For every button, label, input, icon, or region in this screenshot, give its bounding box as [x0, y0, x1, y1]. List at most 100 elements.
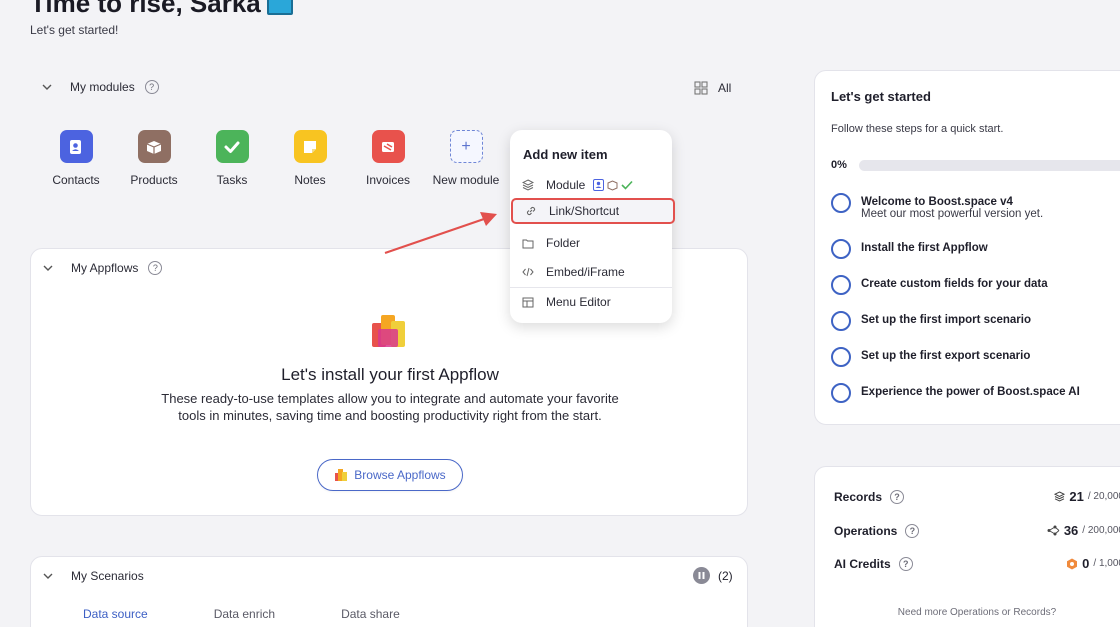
code-icon — [522, 267, 534, 277]
modules-title: My modules — [70, 80, 135, 94]
module-label: Tasks — [216, 173, 248, 187]
menu-item-label: Link/Shortcut — [549, 204, 620, 218]
module-label: Invoices — [365, 173, 411, 187]
menu-title: Add new item — [523, 147, 608, 162]
appflow-logo-icon — [372, 315, 405, 347]
menu-item-link-shortcut[interactable]: Link/Shortcut — [511, 198, 675, 224]
menu-item-label: Module — [546, 178, 586, 192]
chevron-down-icon[interactable] — [42, 82, 52, 92]
menu-item-label: Embed/iFrame — [546, 265, 625, 279]
ai-credits-stat: AI Credits ? 0/ 1,000 — [834, 556, 1120, 571]
all-label: All — [718, 81, 732, 95]
plus-icon: + — [449, 130, 483, 163]
step-custom-fields[interactable]: Create custom fields for your data — [831, 275, 1048, 295]
step-circle-icon[interactable] — [831, 275, 851, 295]
step-circle-icon[interactable] — [831, 347, 851, 367]
appflow-heading: Let's install your first Appflow — [281, 365, 499, 384]
contacts-icon — [593, 179, 605, 191]
step-title: Install the first Appflow — [861, 242, 988, 254]
tasks-icon — [215, 130, 249, 163]
page-greeting: Time to rise, Sarka — [30, 0, 293, 19]
ai-credits-value: 0 — [1082, 556, 1090, 571]
invoices-icon — [371, 130, 405, 163]
appflows-title: My Appflows — [71, 261, 139, 275]
appflows-header[interactable]: My Appflows ? — [43, 261, 163, 275]
step-circle-icon[interactable] — [831, 383, 851, 403]
appflow-small-icon — [335, 469, 348, 481]
menu-item-embed-iframe[interactable]: Embed/iFrame — [510, 259, 672, 285]
scenarios-status[interactable]: (2) — [693, 567, 733, 584]
operations-icon — [1047, 525, 1060, 536]
products-icon — [137, 130, 171, 163]
records-label: Records — [834, 489, 883, 504]
help-icon[interactable]: ? — [144, 80, 159, 94]
browse-appflows-button[interactable]: Browse Appflows — [317, 459, 463, 491]
sunrise-emoji-icon — [266, 0, 293, 16]
chevron-down-icon[interactable] — [43, 571, 53, 581]
ai-credits-label: AI Credits — [834, 556, 891, 571]
module-preview-icons — [593, 179, 633, 191]
module-invoices[interactable]: Invoices — [348, 130, 428, 187]
step-circle-icon[interactable] — [831, 193, 851, 213]
step-boost-ai[interactable]: Experience the power of Boost.space AI — [831, 383, 1080, 403]
step-circle-icon[interactable] — [831, 239, 851, 259]
help-icon[interactable]: ? — [898, 556, 913, 571]
module-label: Notes — [294, 173, 326, 187]
menu-item-folder[interactable]: Folder — [510, 230, 672, 256]
module-label: New module — [432, 173, 500, 187]
page-subtitle: Let's get started! — [30, 23, 119, 37]
scenarios-card: My Scenarios (2) Data source Data enrich… — [30, 556, 748, 627]
step-install-appflow[interactable]: Install the first Appflow — [831, 239, 988, 259]
greeting-text: Time to rise, Sarka — [30, 0, 261, 18]
records-limit: / 20,000 — [1087, 491, 1120, 502]
tab-data-share[interactable]: Data share — [341, 607, 400, 621]
operations-value: 36 — [1063, 523, 1079, 538]
menu-item-menu-editor[interactable]: Menu Editor — [510, 289, 672, 315]
all-modules-button[interactable]: All — [694, 81, 731, 95]
module-tasks[interactable]: Tasks — [192, 130, 272, 187]
notes-icon — [293, 130, 327, 163]
module-new[interactable]: + New module — [426, 130, 506, 187]
chevron-down-icon[interactable] — [43, 263, 53, 273]
step-title: Set up the first export scenario — [861, 350, 1031, 362]
module-label: Products — [130, 173, 178, 187]
modules-header[interactable]: My modules ? — [42, 80, 159, 94]
browse-appflows-label: Browse Appflows — [354, 468, 446, 482]
scenarios-header[interactable]: My Scenarios — [43, 569, 144, 583]
help-icon[interactable]: ? — [905, 523, 920, 538]
ai-credits-icon — [1067, 558, 1078, 569]
step-circle-icon[interactable] — [831, 311, 851, 331]
table-icon — [522, 297, 534, 307]
getting-started-subtitle: Follow these steps for a quick start. — [831, 123, 1004, 135]
menu-item-label: Folder — [546, 236, 581, 250]
layers-icon — [1054, 491, 1066, 502]
menu-item-module[interactable]: Module — [510, 172, 672, 198]
help-icon[interactable]: ? — [148, 261, 163, 275]
module-contacts[interactable]: Contacts — [36, 130, 116, 187]
menu-item-label: Menu Editor — [546, 295, 611, 309]
step-title: Experience the power of Boost.space AI — [861, 386, 1080, 398]
tab-data-source[interactable]: Data source — [83, 607, 148, 621]
pause-icon[interactable] — [693, 567, 710, 584]
link-icon — [526, 206, 536, 216]
records-value: 21 — [1069, 489, 1084, 504]
step-welcome[interactable]: Welcome to Boost.space v4 Meet our most p… — [831, 193, 1043, 220]
step-export-scenario[interactable]: Set up the first export scenario — [831, 347, 1030, 367]
getting-started-title: Let's get started — [831, 89, 931, 104]
contacts-icon — [59, 130, 93, 163]
products-icon — [607, 179, 618, 191]
step-import-scenario[interactable]: Set up the first import scenario — [831, 311, 1031, 331]
scenario-tabs: Data source Data enrich Data share — [83, 607, 400, 621]
operations-limit: / 200,000 — [1082, 525, 1120, 536]
step-title: Create custom fields for your data — [861, 278, 1048, 290]
scenarios-title: My Scenarios — [71, 569, 144, 583]
need-more-text: Need more Operations or Records? — [897, 607, 1057, 618]
tab-data-enrich[interactable]: Data enrich — [214, 607, 275, 621]
module-notes[interactable]: Notes — [270, 130, 350, 187]
menu-divider — [510, 287, 672, 288]
help-icon[interactable]: ? — [890, 489, 905, 504]
module-label: Contacts — [52, 173, 100, 187]
usage-card: Records ? 21/ 20,000 Operations ? 36/ 20… — [814, 466, 1120, 627]
getting-started-card: Let's get started Follow these steps for… — [814, 70, 1120, 425]
module-products[interactable]: Products — [114, 130, 194, 187]
